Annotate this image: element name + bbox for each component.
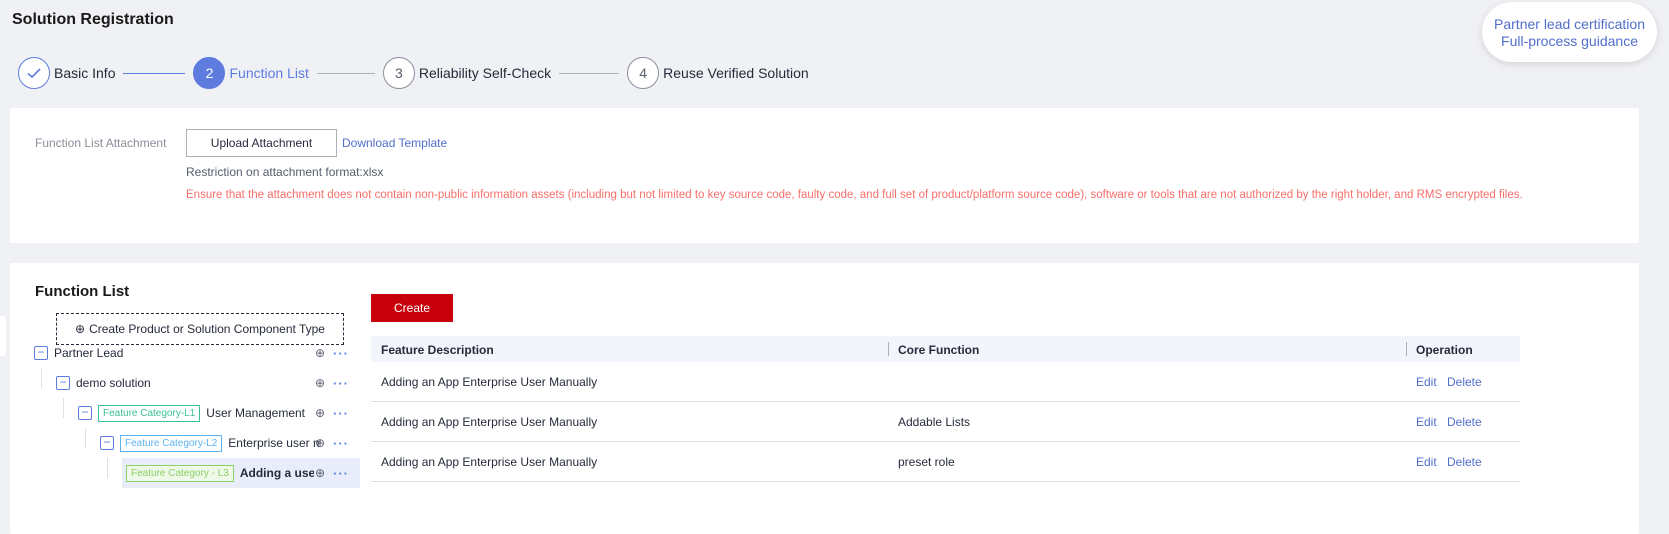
collapse-toggle-icon[interactable]: − [56,376,70,390]
left-collapse-tab[interactable] [0,316,6,356]
more-actions-icon[interactable]: ··· [333,376,349,391]
plus-circle-icon: ⊕ [75,322,86,336]
feature-description-cell: Adding an App Enterprise User Manually [381,455,598,469]
upload-attachment-button[interactable]: Upload Attachment [186,129,337,157]
tree-guide-line [63,398,64,418]
create-button[interactable]: Create [371,294,453,322]
function-list-card: Function List ⊕ Create Product or Soluti… [10,263,1639,534]
collapse-toggle-icon[interactable]: − [34,346,48,360]
step-3-circle: 3 [382,57,415,89]
step-2-circle: 2 [193,57,226,89]
column-separator[interactable] [1406,342,1407,356]
format-restriction: Restriction on attachment format:xlsx [186,165,384,179]
tree-node-enterprise-user-management[interactable]: − Feature Category-L2 Enterprise user ma… [100,428,360,458]
attachment-warning: Ensure that the attachment does not cont… [186,189,1523,201]
table-row: Adding an App Enterprise User Manually A… [371,402,1520,442]
check-icon [27,68,41,79]
feature-description-cell: Adding an App Enterprise User Manually [381,375,598,389]
edit-link[interactable]: Edit [1416,375,1437,389]
create-component-type-label: Create Product or Solution Component Typ… [89,322,325,336]
core-function-cell: Addable Lists [898,415,971,429]
table-row: Adding an App Enterprise User Manually p… [371,442,1520,482]
table-header: Feature Description Core Function Operat… [371,336,1520,362]
step-connector [316,72,375,74]
feature-description-cell: Adding an App Enterprise User Manually [381,415,598,429]
tree-guide-line [85,428,86,448]
column-header-feature-description: Feature Description [381,343,494,357]
step-4-label: Reuse Verified Solution [663,65,809,81]
step-basic-info[interactable]: Basic Info [18,57,115,89]
step-3-label: Reliability Self-Check [418,65,552,81]
guidance-line-2: Full-process guidance [1501,33,1638,49]
step-2-label: Function List [229,65,309,81]
collapse-toggle-icon[interactable]: − [100,436,114,450]
more-actions-icon[interactable]: ··· [333,436,349,451]
add-node-icon[interactable]: ⊕ [315,466,325,480]
step-connector [123,72,186,74]
tree-node-label: Enterprise user ma... [228,436,322,450]
edit-link[interactable]: Edit [1416,415,1437,429]
tree-node-label: demo solution [76,376,151,390]
more-actions-icon[interactable]: ··· [333,466,349,481]
tree-node-label: Adding a user [239,466,314,480]
guidance-line-1: Partner lead certification [1494,16,1645,32]
add-node-icon[interactable]: ⊕ [315,436,325,450]
page-title: Solution Registration [12,11,174,28]
feature-category-l1-tag: Feature Category-L1 [98,404,201,422]
tree-node-adding-a-user[interactable]: Feature Category - L3 Adding a user ⊕ ··… [122,458,360,488]
step-1-label: Basic Info [54,65,116,81]
add-node-icon[interactable]: ⊕ [315,346,325,360]
column-header-operation: Operation [1416,343,1473,357]
more-actions-icon[interactable]: ··· [333,346,349,361]
tree-node-label: User Management [206,406,305,420]
step-4-circle: 4 [627,57,660,89]
function-list-title: Function List [35,283,130,300]
step-function-list[interactable]: 2 Function List [193,57,309,89]
collapse-toggle-icon[interactable]: − [78,406,92,420]
add-node-icon[interactable]: ⊕ [315,406,325,420]
tree-guide-line [41,368,42,388]
tree-node-label: Partner Lead [54,346,124,360]
attachment-label: Function List Attachment [35,136,167,150]
more-actions-icon[interactable]: ··· [333,406,349,421]
tree-node-user-management[interactable]: − Feature Category-L1 User Management ⊕ … [78,398,360,428]
step-reuse-verified-solution[interactable]: 4 Reuse Verified Solution [627,57,809,89]
tree-node-demo-solution[interactable]: − demo solution ⊕ ··· [56,368,360,398]
stepper: Basic Info 2 Function List 3 Reliability… [18,57,809,89]
download-template-link[interactable]: Download Template [342,136,447,150]
delete-link[interactable]: Delete [1447,375,1482,389]
delete-link[interactable]: Delete [1447,455,1482,469]
column-header-core-function: Core Function [898,343,980,357]
step-connector [559,72,620,74]
step-reliability-self-check[interactable]: 3 Reliability Self-Check [382,57,552,89]
tree-guide-line [107,458,108,478]
add-node-icon[interactable]: ⊕ [315,376,325,390]
tree-node-partner-lead[interactable]: − Partner Lead ⊕ ··· [34,338,360,368]
attachment-card: Function List Attachment Upload Attachme… [10,108,1639,243]
delete-link[interactable]: Delete [1447,415,1482,429]
core-function-cell: preset role [898,455,955,469]
feature-category-l3-tag: Feature Category - L3 [126,464,234,482]
feature-category-l2-tag: Feature Category-L2 [120,434,223,452]
column-separator[interactable] [888,342,889,356]
table-row: Adding an App Enterprise User Manually E… [371,362,1520,402]
step-1-circle [18,57,50,89]
edit-link[interactable]: Edit [1416,455,1437,469]
partner-guidance-bubble[interactable]: Partner lead certification Full-process … [1482,2,1657,62]
